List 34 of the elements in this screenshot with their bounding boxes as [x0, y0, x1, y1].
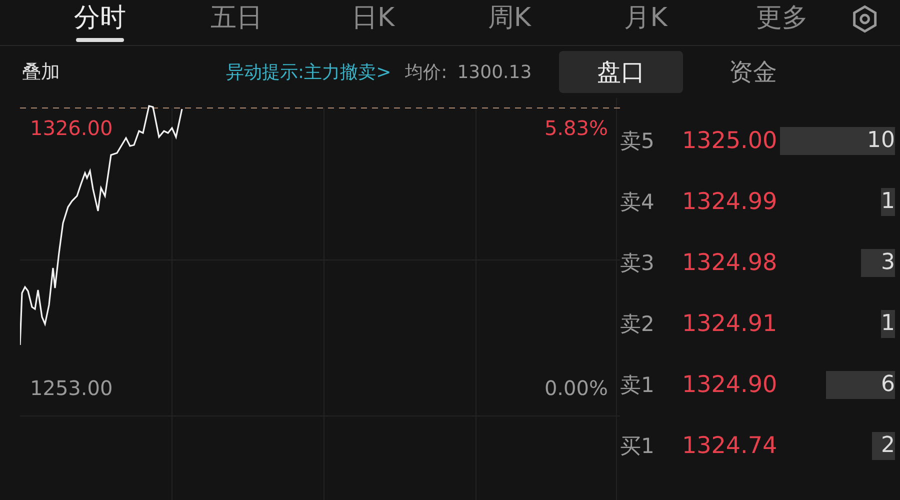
order-volume: 2 — [872, 432, 895, 460]
order-level-label: 卖1 — [620, 372, 656, 398]
order-volume: 1 — [881, 310, 895, 338]
chart-tab[interactable]: 月K — [578, 2, 714, 42]
order-level-label: 卖4 — [620, 188, 656, 216]
order-level-label: 卖3 — [620, 250, 656, 276]
order-price: 1324.74 — [682, 432, 778, 458]
order-price: 1324.90 — [682, 372, 778, 398]
chart-tab[interactable]: 五日 — [168, 2, 305, 42]
axis-label: 5.83% — [544, 116, 608, 140]
order-level-label: 卖2 — [620, 310, 656, 338]
chart-tab[interactable]: 日K — [304, 2, 442, 42]
order-price: 1324.99 — [682, 188, 778, 214]
order-level-label: 卖5 — [620, 128, 656, 154]
chart-tab[interactable]: 分时 — [32, 2, 168, 42]
axis-label: 0.00% — [544, 376, 608, 400]
average-price-value: 1300.13 — [457, 62, 533, 82]
order-price: 1324.91 — [682, 310, 778, 336]
chart-tab[interactable]: 周K — [441, 2, 578, 42]
axis-label: 1253.00 — [30, 376, 113, 400]
order-volume: 10 — [780, 126, 895, 154]
overlay-button[interactable]: 叠加 — [22, 59, 226, 85]
average-price-label: 均价: — [405, 61, 448, 84]
order-level-label: 买1 — [620, 432, 656, 460]
order-price: 1324.98 — [682, 250, 778, 276]
panel-tab[interactable]: 资金 — [691, 51, 816, 93]
alert-link[interactable]: 异动提示:主力撤卖> — [226, 60, 392, 84]
order-volume: 3 — [860, 248, 895, 276]
chart-tab[interactable]: 更多 — [714, 2, 850, 42]
order-volume: 6 — [826, 370, 895, 398]
order-price: 1325.00 — [682, 128, 778, 154]
axis-label: 1326.00 — [30, 116, 113, 140]
panel-tab[interactable]: 盘口 — [559, 51, 684, 93]
order-volume: 1 — [881, 188, 895, 216]
